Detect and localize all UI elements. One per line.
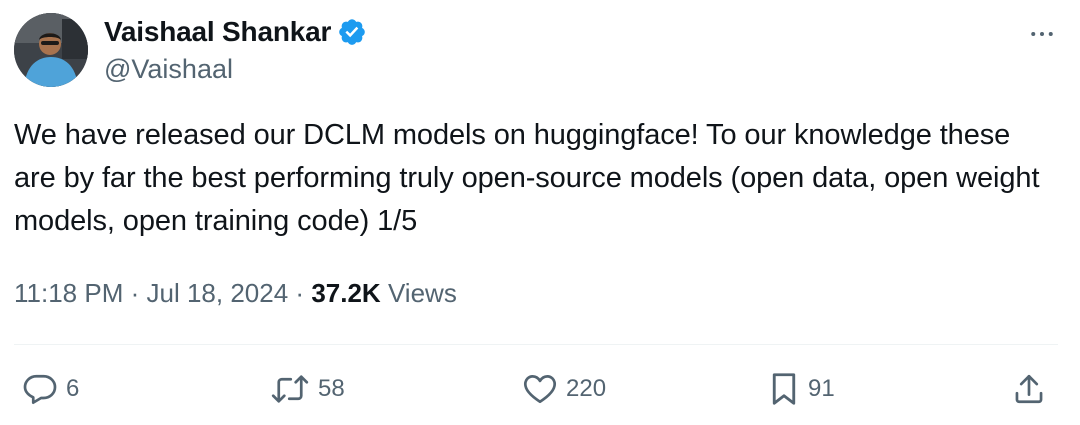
meta-separator: · bbox=[130, 278, 140, 308]
retweet-count: 58 bbox=[318, 375, 345, 402]
avatar-image bbox=[14, 13, 88, 87]
reply-button[interactable]: 6 bbox=[22, 364, 79, 414]
tweet: Vaishaal Shankar @Vaishaal We have relea… bbox=[0, 0, 1080, 425]
divider bbox=[14, 344, 1058, 345]
more-horizontal-icon bbox=[1031, 32, 1053, 36]
share-icon bbox=[1015, 374, 1043, 404]
bookmark-count: 91 bbox=[808, 375, 835, 402]
handle[interactable]: @Vaishaal bbox=[104, 54, 367, 85]
tweet-time[interactable]: 11:18 PM bbox=[14, 278, 123, 308]
reply-icon bbox=[23, 374, 57, 404]
heart-icon bbox=[523, 375, 557, 404]
bookmark-button[interactable]: 91 bbox=[768, 364, 835, 414]
retweet-button[interactable]: 58 bbox=[270, 364, 345, 414]
views-count: 37.2K bbox=[311, 278, 381, 308]
share-button[interactable] bbox=[1012, 364, 1046, 414]
retweet-icon bbox=[271, 375, 309, 403]
like-count: 220 bbox=[566, 375, 607, 402]
meta-separator: · bbox=[295, 278, 305, 308]
like-button[interactable]: 220 bbox=[522, 364, 606, 414]
action-bar: 6 58 220 91 bbox=[0, 364, 1080, 414]
name-row: Vaishaal Shankar bbox=[104, 12, 367, 52]
reply-count: 6 bbox=[66, 375, 80, 402]
author-block: Vaishaal Shankar @Vaishaal bbox=[104, 12, 367, 85]
tweet-text: We have released our DCLM models on hugg… bbox=[14, 119, 1040, 237]
more-button[interactable] bbox=[1024, 16, 1060, 52]
verified-badge-icon[interactable] bbox=[337, 17, 367, 47]
views-label: Views bbox=[387, 278, 457, 308]
tweet-date[interactable]: Jul 18, 2024 bbox=[147, 278, 289, 308]
display-name[interactable]: Vaishaal Shankar bbox=[104, 16, 331, 48]
bookmark-icon bbox=[772, 373, 796, 405]
avatar[interactable] bbox=[14, 13, 88, 87]
tweet-meta: 11:18 PM · Jul 18, 2024 · 37.2K Views bbox=[14, 278, 457, 309]
